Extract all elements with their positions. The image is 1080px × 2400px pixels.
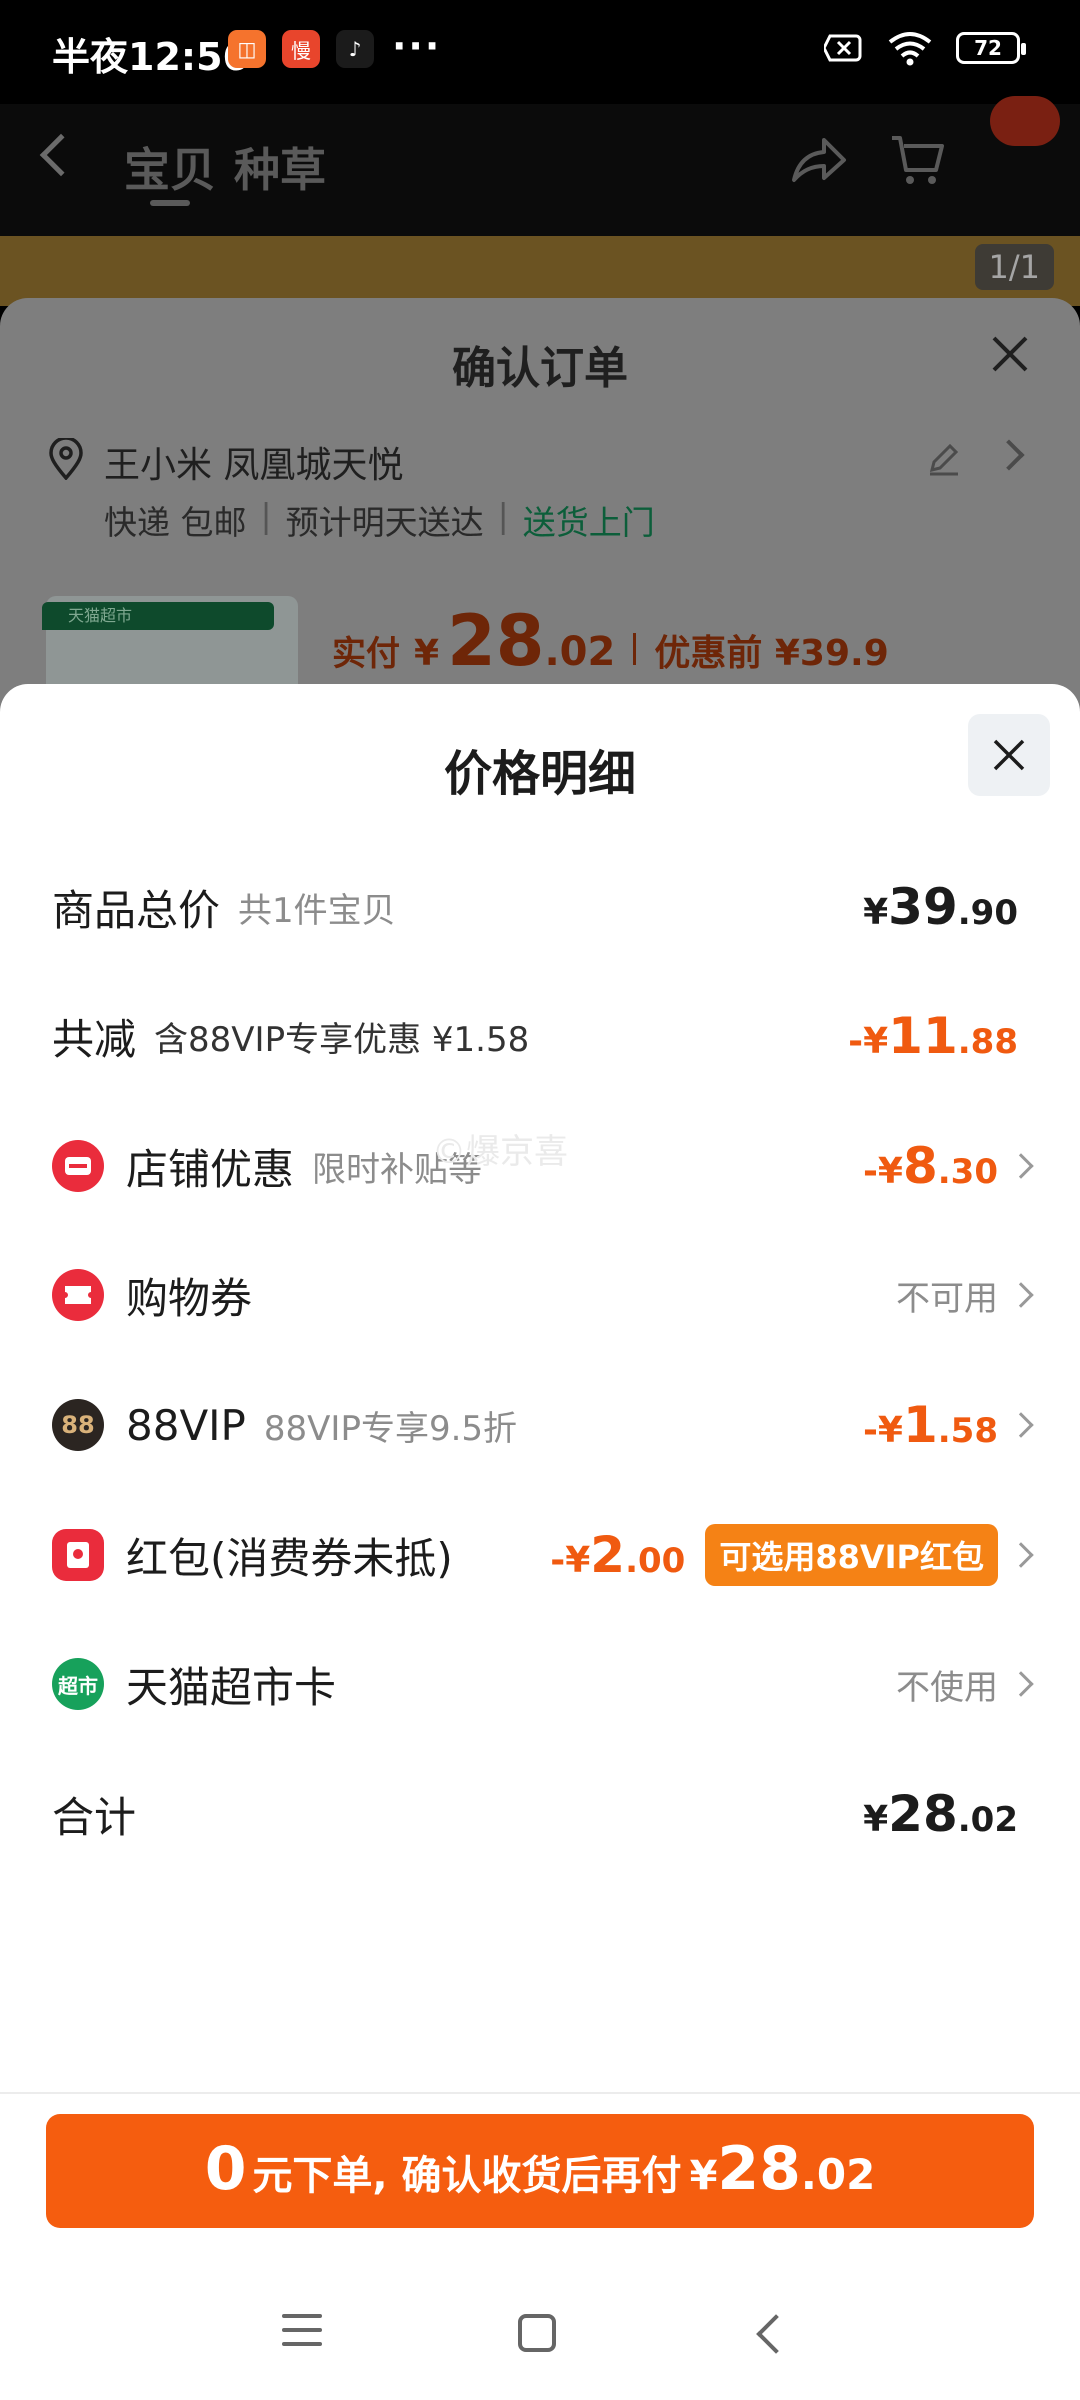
- product-image: [0, 236, 1080, 306]
- chevron-right-icon: [1008, 1542, 1034, 1568]
- row-subtitle: 共1件宝贝: [238, 890, 396, 931]
- vip-red-packet-badge[interactable]: 可选用88VIP红包: [705, 1524, 998, 1586]
- divider: |: [497, 496, 509, 535]
- status-time: 半夜12:56: [52, 35, 249, 79]
- row-total-price: 商品总价 共1件宝贝 ¥39.90: [0, 862, 1080, 952]
- close-icon[interactable]: [988, 332, 1032, 376]
- address-name[interactable]: 王小米 凤凰城天悦: [104, 436, 403, 488]
- row-title: 店铺优惠: [126, 1144, 295, 1194]
- amount: -¥ 2.00: [550, 1526, 686, 1584]
- amount: -¥ 8.30: [862, 1137, 998, 1195]
- row-shopping-voucher[interactable]: 购物券 不可用: [0, 1250, 1080, 1340]
- confirm-order-sheet: 确认订单 王小米 凤凰城天悦 快递 包邮 | 预计明天送达 | 送货上门 天猫超…: [0, 298, 1080, 726]
- red-packet-icon: [52, 1529, 104, 1581]
- douyin-icon: ♪: [336, 30, 374, 68]
- pay-currency: ¥: [414, 633, 440, 674]
- chevron-right-icon: [1008, 1671, 1034, 1697]
- row-title: 合计: [52, 1792, 137, 1842]
- notification-apps: ◫ 慢 ♪: [228, 30, 374, 68]
- pay-integer: 28: [447, 600, 545, 682]
- row-value: 不可用: [896, 1278, 998, 1319]
- place-order-button[interactable]: 0 元下单, 确认收货后再付 ¥ 28 .02: [46, 2114, 1034, 2228]
- sheet-title: 价格明细: [443, 746, 636, 802]
- tab-baobei[interactable]: 宝贝: [124, 134, 216, 200]
- status-bar: 半夜12:56 ◫ 慢 ♪ ··· 72: [0, 0, 1080, 104]
- amount: ¥28.02: [863, 1785, 1018, 1843]
- back-icon[interactable]: [756, 2314, 796, 2354]
- 88vip-icon: 88: [52, 1399, 104, 1451]
- pay-label: 实付: [332, 634, 400, 674]
- edit-icon[interactable]: [926, 440, 962, 476]
- row-title: 购物券: [126, 1273, 253, 1323]
- watermark: ©爆京喜: [432, 1132, 568, 1172]
- cart-icon[interactable]: [890, 134, 946, 188]
- voucher-icon: [52, 1269, 104, 1321]
- location-pin-icon: [49, 438, 83, 480]
- actual-payment: 实付 ¥ 28 .02 优惠前 ¥39.9: [332, 600, 889, 682]
- system-nav-bar: [0, 2280, 1080, 2400]
- cta-integer: 28: [717, 2134, 801, 2204]
- menu-icon[interactable]: [282, 2314, 322, 2356]
- divider: [633, 633, 637, 665]
- row-title: 88VIP: [126, 1400, 246, 1450]
- taobao-icon: ◫: [228, 30, 266, 68]
- row-88vip[interactable]: 88 88VIP 88VIP专享9.5折 -¥ 1.58: [0, 1380, 1080, 1470]
- chevron-right-icon: [1008, 1412, 1034, 1438]
- row-grand-total: 合计 ¥28.02: [0, 1769, 1080, 1859]
- row-value: 不使用: [896, 1667, 998, 1708]
- close-icon: [993, 739, 1025, 771]
- cta-decimal: .02: [800, 2150, 876, 2199]
- wifi-icon: [888, 32, 932, 66]
- battery-icon: 72: [956, 32, 1026, 64]
- row-subtitle: 含88VIP专享优惠 ¥1.58: [154, 1019, 530, 1060]
- row-title: 共减: [52, 1014, 137, 1064]
- row-title: 天猫超市卡: [126, 1662, 337, 1712]
- cta-text: 元下单, 确认收货后再付: [252, 2153, 682, 2199]
- row-title: 红包(消费券未抵): [126, 1533, 453, 1583]
- home-icon[interactable]: [518, 2314, 556, 2352]
- cta-currency: ¥: [689, 2153, 718, 2199]
- xianyu-icon: 慢: [282, 30, 320, 68]
- delivery-estimate: 预计明天送达: [285, 503, 484, 542]
- amount: -¥ 1.58: [862, 1396, 998, 1454]
- tab-indicator: [150, 200, 190, 206]
- chevron-right-icon: [1008, 1153, 1034, 1179]
- row-total-discount: 共减 含88VIP专享优惠 ¥1.58 -¥ 11.88: [0, 991, 1080, 1081]
- shipping-info: 快递 包邮 | 预计明天送达 | 送货上门: [104, 496, 655, 544]
- row-tmall-card[interactable]: 超市 天猫超市卡 不使用: [0, 1639, 1080, 1729]
- tmall-market-tag: 天猫超市: [42, 602, 274, 630]
- cta-zero: 0: [204, 2134, 247, 2204]
- divider: [0, 2092, 1080, 2094]
- amount: ¥39.90: [863, 878, 1018, 936]
- shipping-method: 快递 包邮: [104, 503, 247, 542]
- divider: |: [260, 496, 272, 535]
- share-icon[interactable]: [790, 136, 848, 184]
- more-notifications-icon: ···: [392, 24, 442, 68]
- row-red-packet[interactable]: 红包(消费券未抵) -¥ 2.00 可选用88VIP红包: [0, 1510, 1080, 1600]
- product-top-bar: 宝贝 种草: [0, 104, 1080, 236]
- amount: -¥ 11.88: [848, 1007, 1018, 1065]
- pay-decimal: .02: [544, 629, 616, 675]
- sim-off-icon: [824, 34, 862, 62]
- tab-zhongcao[interactable]: 种草: [234, 134, 326, 200]
- chevron-right-icon: [1008, 1282, 1034, 1308]
- door-delivery: 送货上门: [522, 503, 655, 542]
- message-icon[interactable]: [990, 96, 1060, 146]
- back-icon[interactable]: [39, 133, 83, 177]
- price-before-discount: 优惠前 ¥39.9: [654, 633, 889, 674]
- tmall-market-card-icon: 超市: [52, 1658, 104, 1710]
- row-subtitle: 88VIP专享9.5折: [263, 1408, 518, 1449]
- shop-discount-icon: [52, 1140, 104, 1192]
- chevron-right-icon[interactable]: [993, 439, 1025, 471]
- close-button[interactable]: [968, 714, 1050, 796]
- order-title: 确认订单: [452, 343, 628, 394]
- row-title: 商品总价: [52, 885, 221, 935]
- image-page-indicator: 1/1: [974, 244, 1054, 290]
